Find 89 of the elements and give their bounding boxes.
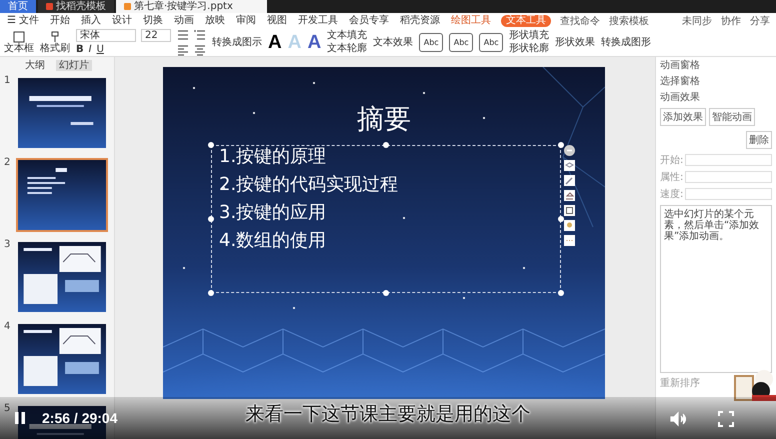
convert-shape-button[interactable]: 转换成图形 xyxy=(601,35,652,49)
header-action[interactable]: 未同步 xyxy=(682,14,712,28)
search-templates-link[interactable]: 搜索模板 xyxy=(609,14,650,28)
add-effect-button[interactable]: 添加效果 xyxy=(660,108,706,126)
shape-style-preset[interactable]: Abc xyxy=(479,32,504,52)
pencil-icon[interactable] xyxy=(564,175,575,186)
ribbon-tab[interactable]: 切换 xyxy=(142,14,164,26)
slide-number: 1 xyxy=(4,76,12,86)
bullet-item: 3.按键的应用 xyxy=(219,203,328,223)
smart-animation-button[interactable]: 智能动画 xyxy=(709,108,755,126)
presentation-icon xyxy=(124,3,131,10)
delete-button[interactable]: 删除 xyxy=(746,131,772,149)
shape-style-preset[interactable]: Abc xyxy=(449,32,474,52)
slide-thumbnail[interactable] xyxy=(16,158,108,232)
fill-icon[interactable] xyxy=(564,190,575,201)
brush-icon xyxy=(49,30,61,42)
slide-number: 5 xyxy=(4,404,12,414)
shape-style-preset[interactable]: Abc xyxy=(419,32,444,52)
pause-icon[interactable] xyxy=(12,410,28,426)
slide-thumbnail[interactable] xyxy=(16,240,108,314)
ribbon-tab[interactable]: 会员专享 xyxy=(348,14,390,26)
ribbon-tab[interactable]: 开始 xyxy=(49,14,72,26)
header-action[interactable]: 协作 xyxy=(721,14,741,28)
text-effects-button[interactable]: 文本效果 xyxy=(373,35,414,49)
text-box-icon xyxy=(13,30,25,42)
text-fill-button[interactable]: 文本填充 xyxy=(327,30,368,40)
playback-time: 2:56 / 29:04 xyxy=(42,410,118,426)
frame-icon[interactable] xyxy=(564,205,575,216)
shape-fill-button[interactable]: 形状填充 xyxy=(509,30,550,40)
fullscreen-icon[interactable] xyxy=(718,411,734,427)
dropdown-field[interactable] xyxy=(685,188,772,200)
search-command[interactable]: 查找命令 xyxy=(560,14,600,28)
ribbon-tab[interactable]: 动画 xyxy=(173,14,196,26)
underline-button[interactable]: U xyxy=(96,45,104,55)
panel-tab[interactable]: 大纲 xyxy=(22,60,48,71)
slide-title: 摘要 xyxy=(357,104,411,135)
convert-diagram-button[interactable]: 转换成图示 xyxy=(212,35,262,49)
reorder-label: 重新排序 xyxy=(660,378,701,389)
document-tab[interactable]: 首页 xyxy=(0,0,36,13)
file-menu[interactable]: ☰ 文件 xyxy=(6,14,40,26)
selection-pane-link[interactable]: 选择窗格 xyxy=(660,76,772,87)
pane-title: 动画窗格 xyxy=(660,60,700,71)
text-style-preset[interactable]: A xyxy=(307,32,322,52)
ribbon-tab[interactable]: 开发工具 xyxy=(297,14,340,26)
text-outline-button[interactable]: 文本轮廓 xyxy=(327,44,368,54)
numbered-list-icon[interactable] xyxy=(194,28,206,40)
slide-thumbnail[interactable] xyxy=(16,322,108,396)
field-label: 开始: xyxy=(660,154,684,166)
panel-tab[interactable]: 幻灯片 xyxy=(56,60,92,71)
bullet-item: 2.按键的代码实现过程 xyxy=(219,175,398,195)
dropdown-field[interactable] xyxy=(685,171,772,183)
italic-button[interactable]: I xyxy=(88,45,92,55)
ribbon-tab[interactable]: 插入 xyxy=(80,14,102,26)
list-icon[interactable] xyxy=(177,28,189,40)
text-box-button[interactable]: 文本框 xyxy=(4,30,34,54)
align-left-icon[interactable] xyxy=(177,44,189,56)
ribbon-tab[interactable]: 绘图工具 xyxy=(450,14,492,26)
bullet-item: 1.按键的原理 xyxy=(219,147,328,167)
ribbon-tab[interactable]: 视图 xyxy=(266,14,288,26)
font-field[interactable]: 宋体 xyxy=(76,29,136,42)
document-tab[interactable]: 找稻壳模板 xyxy=(38,0,114,13)
ribbon-tab[interactable]: 稻壳资源 xyxy=(399,14,442,26)
field-label: 速度: xyxy=(660,188,684,200)
hint-text: 选中幻灯片的某个元素，然后单击“添加效果”添加动画。 xyxy=(664,209,760,242)
format-painter-button[interactable]: 格式刷 xyxy=(40,30,70,54)
font-size-field[interactable]: 22 xyxy=(141,29,171,42)
layers-icon[interactable] xyxy=(564,160,575,171)
text-style-preset[interactable]: A xyxy=(268,32,282,52)
bullet-item: 4.数组的使用 xyxy=(219,231,328,251)
header-action[interactable]: 分享 xyxy=(750,14,770,28)
shape-outline-button[interactable]: 形状轮廓 xyxy=(509,44,550,54)
subtitle: 来看一下这节课主要就是用的这个 xyxy=(246,403,530,425)
ribbon-tab[interactable]: 设计 xyxy=(111,14,134,26)
dropdown-field[interactable] xyxy=(685,154,772,166)
slide-number: 4 xyxy=(4,322,12,332)
docer-icon xyxy=(46,3,53,10)
ribbon-tab[interactable]: 审阅 xyxy=(235,14,258,26)
slide-thumbnail[interactable] xyxy=(16,76,108,150)
document-tab[interactable]: 第七章·按键学习.pptx xyxy=(116,0,267,13)
field-label: 属性: xyxy=(660,172,684,182)
slide-number: 2 xyxy=(4,158,12,168)
slide-number: 3 xyxy=(4,240,12,250)
shape-effects-button[interactable]: 形状效果 xyxy=(555,35,596,49)
text-box-selection[interactable] xyxy=(208,142,564,296)
volume-icon[interactable] xyxy=(670,411,686,427)
ribbon-tab[interactable]: 放映 xyxy=(204,14,226,26)
bold-button[interactable]: B xyxy=(76,45,84,55)
section-label: 动画效果 xyxy=(660,92,701,103)
align-center-icon[interactable] xyxy=(194,44,206,56)
